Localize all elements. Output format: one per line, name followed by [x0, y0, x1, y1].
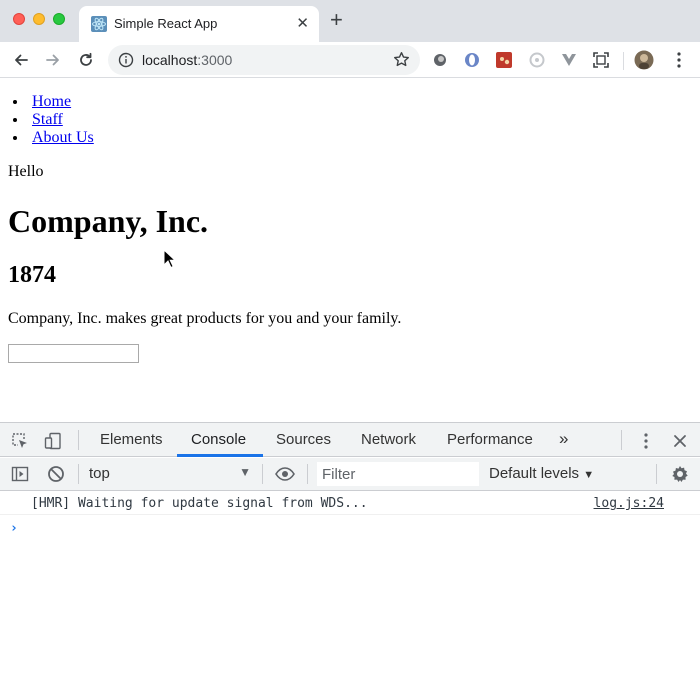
console-prompt[interactable]: ›	[10, 521, 690, 539]
staff-link[interactable]: Staff	[32, 111, 63, 128]
about-us-link[interactable]: About Us	[32, 129, 94, 146]
more-tabs-icon[interactable]: »	[559, 429, 568, 449]
active-tab-indicator	[177, 454, 263, 457]
minimize-window-button[interactable]	[33, 13, 45, 25]
greeting-text: Hello	[8, 163, 44, 180]
close-devtools-icon[interactable]	[670, 431, 690, 451]
browser-tab[interactable]: Simple React App ✕	[79, 6, 319, 42]
blank-area	[0, 608, 700, 700]
nav-item-about: About Us	[28, 129, 94, 147]
close-window-button[interactable]	[13, 13, 25, 25]
nav-item-staff: Staff	[28, 111, 94, 129]
web-page: Home Staff About Us Hello Company, Inc. …	[0, 79, 700, 422]
tabbar-separator-right	[621, 430, 622, 450]
new-tab-button[interactable]: +	[330, 9, 343, 31]
browser-toolbar: localhost:3000	[0, 42, 700, 78]
maximize-window-button[interactable]	[53, 13, 65, 25]
reload-icon[interactable]	[73, 47, 99, 73]
extension-screenshot-icon[interactable]	[591, 50, 611, 70]
company-description: Company, Inc. makes great products for y…	[8, 310, 402, 327]
console-settings-gear-icon[interactable]	[670, 464, 690, 484]
chrome-menu-icon[interactable]	[669, 50, 689, 70]
extension-opera-icon[interactable]	[462, 50, 482, 70]
tabbar-separator	[78, 430, 79, 450]
tab-title: Simple React App	[114, 16, 218, 31]
nav-list: Home Staff About Us	[28, 93, 94, 147]
profile-avatar[interactable]	[634, 50, 654, 70]
prompt-chevron-icon: ›	[10, 521, 18, 536]
tab-console[interactable]: Console	[191, 431, 246, 448]
live-expression-eye-icon[interactable]	[275, 464, 295, 484]
filterbar-separator-2	[262, 464, 263, 484]
log-message: [HMR] Waiting for update signal from WDS…	[31, 496, 368, 511]
react-favicon-icon	[91, 16, 107, 32]
console-filterbar: top ▼ Default levels ▼	[0, 458, 700, 491]
clear-console-icon[interactable]	[46, 464, 66, 484]
bookmark-star-icon[interactable]	[393, 51, 410, 68]
nav-item-home: Home	[28, 93, 94, 111]
founded-year-heading: 1874	[8, 262, 56, 288]
address-bar[interactable]: localhost:3000	[108, 45, 420, 75]
log-source-link[interactable]: log.js:24	[594, 496, 664, 511]
extension-red-icon[interactable]	[494, 50, 514, 70]
url-host: localhost	[142, 52, 198, 68]
tab-network[interactable]: Network	[361, 431, 416, 448]
browser-tabstrip: Simple React App ✕ +	[0, 0, 700, 42]
filterbar-separator	[78, 464, 79, 484]
mouse-cursor-icon	[163, 249, 177, 269]
log-levels-label: Default levels	[489, 465, 580, 482]
devtools-tabbar: Elements Console Sources Network Perform…	[0, 423, 700, 457]
inspect-element-icon[interactable]	[10, 431, 30, 451]
toolbar-separator	[623, 52, 624, 70]
forward-icon[interactable]	[40, 47, 66, 73]
info-icon[interactable]	[118, 52, 134, 68]
tab-performance[interactable]: Performance	[447, 431, 533, 448]
filterbar-separator-3	[307, 464, 308, 484]
devtools-menu-icon[interactable]	[636, 431, 656, 451]
filter-input[interactable]	[317, 462, 479, 486]
console-log-row: [HMR] Waiting for update signal from WDS…	[0, 492, 700, 515]
context-selector[interactable]: top ▼	[89, 465, 251, 482]
log-levels-dropdown[interactable]: Default levels ▼	[489, 465, 594, 482]
home-link[interactable]: Home	[32, 93, 71, 110]
extension-disc-icon[interactable]	[430, 50, 450, 70]
tab-sources[interactable]: Sources	[276, 431, 331, 448]
extension-gauge-icon[interactable]	[527, 50, 547, 70]
log-levels-arrow-icon: ▼	[583, 469, 595, 481]
devtools-panel: Elements Console Sources Network Perform…	[0, 422, 700, 608]
context-dropdown-icon: ▼	[239, 465, 251, 479]
company-heading: Company, Inc.	[8, 203, 209, 239]
device-toolbar-icon[interactable]	[43, 431, 63, 451]
context-value: top	[89, 465, 110, 482]
close-tab-icon[interactable]: ✕	[296, 14, 309, 32]
show-sidebar-icon[interactable]	[10, 464, 30, 484]
filterbar-separator-4	[656, 464, 657, 484]
url-text: localhost:3000	[142, 52, 232, 68]
back-icon[interactable]	[8, 47, 34, 73]
extension-vue-icon[interactable]	[559, 50, 579, 70]
text-input[interactable]	[8, 344, 139, 363]
tab-elements[interactable]: Elements	[100, 431, 163, 448]
url-port: :3000	[197, 52, 233, 68]
console-output: [HMR] Waiting for update signal from WDS…	[0, 492, 700, 609]
